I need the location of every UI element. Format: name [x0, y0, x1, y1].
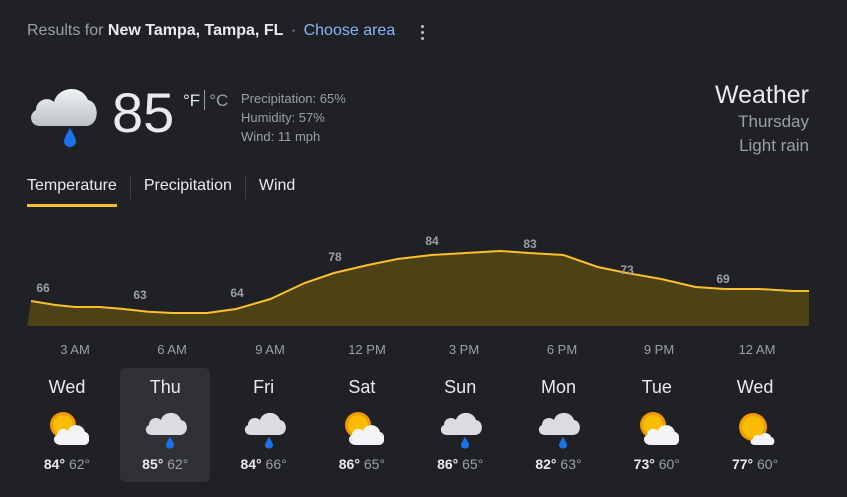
light-rain-icon — [146, 412, 188, 449]
results-header: Results for New Tampa, Tampa, FL · Choos… — [27, 22, 395, 40]
forecast-day-wed[interactable]: Wed 77° 60° — [710, 368, 800, 482]
chart-value-label: 78 — [328, 250, 342, 264]
forecast-high: 77° — [731, 456, 754, 472]
weather-details: Precipitation: 65% Humidity: 57% Wind: 1… — [241, 89, 346, 146]
forecast-high: 84° — [240, 456, 262, 472]
weather-title: Weather — [714, 81, 809, 109]
forecast-low: 66° — [265, 456, 287, 472]
forecast-day-name: Mon — [540, 377, 576, 397]
chart-x-tick-label: 3 PM — [449, 342, 479, 357]
chart-x-tick-label: 12 AM — [739, 342, 776, 357]
unit-toggle: °F °C — [183, 90, 228, 111]
chart-x-tick-label: 9 PM — [644, 342, 674, 357]
tab-wind[interactable]: Wind — [259, 173, 295, 207]
more-options-icon[interactable] — [410, 22, 434, 42]
forecast-high: 86° — [338, 456, 360, 472]
results-prefix: Results for — [27, 22, 104, 39]
temperature-chart: 66 63 64 78 84 83 73 69 3 AM 6 AM 9 AM 12 PM 3 PM 6 P… — [27, 234, 809, 357]
chart-value-label: 69 — [716, 272, 730, 286]
tab-precipitation[interactable]: Precipitation — [144, 173, 232, 207]
light-rain-icon — [441, 412, 483, 449]
separator-dot: · — [290, 22, 297, 39]
fahrenheit-toggle[interactable]: °F — [183, 91, 200, 110]
chart-tabs: Temperature Precipitation Wind — [27, 173, 295, 207]
forecast-day-name: Sat — [348, 377, 376, 397]
forecast-temps: 86° 65° — [317, 456, 407, 472]
forecast-temps: 77° 60° — [710, 456, 800, 472]
choose-area-link[interactable]: Choose area — [304, 22, 396, 39]
forecast-day-tue[interactable]: Tue 73° 60° — [612, 368, 702, 482]
current-condition: Light rain — [739, 136, 809, 155]
chart-value-label: 84 — [425, 234, 439, 248]
forecast-day-sat[interactable]: Sat 86° 65° — [317, 368, 407, 482]
forecast-high: 73° — [633, 456, 655, 472]
forecast-day-mon[interactable]: Mon 82° 63° — [513, 368, 603, 482]
forecast-day-sun[interactable]: Sun 86° 65° — [415, 368, 505, 482]
unit-divider — [204, 90, 206, 110]
forecast-day-name: Thu — [149, 377, 181, 397]
forecast-day-name: Fri — [253, 377, 275, 397]
forecast-low: 65° — [363, 456, 385, 472]
mostly-sunny-icon — [739, 413, 775, 445]
forecast-high: 85° — [142, 456, 164, 472]
forecast-temps: 82° 63° — [513, 456, 603, 472]
precipitation-text: Precipitation: 65% — [241, 91, 346, 106]
light-rain-icon — [539, 412, 581, 449]
forecast-low: 63° — [560, 456, 582, 472]
forecast-low: 62° — [68, 456, 91, 472]
partly-cloudy-icon — [639, 412, 679, 445]
tab-temperature[interactable]: Temperature — [27, 173, 117, 207]
forecast-high: 86° — [437, 456, 459, 472]
forecast-day-fri[interactable]: Fri 84° 66° — [219, 368, 309, 482]
partly-cloudy-icon — [50, 412, 89, 445]
forecast-low: 65° — [462, 456, 484, 472]
chart-value-label: 66 — [36, 281, 50, 295]
chart-x-tick-label: 3 AM — [60, 342, 90, 357]
forecast-temps: 73° 60° — [612, 456, 702, 472]
chart-value-label: 73 — [620, 263, 634, 277]
chart-value-label: 64 — [230, 286, 244, 300]
chart-x-tick-label: 9 AM — [255, 342, 285, 357]
celsius-toggle[interactable]: °C — [209, 91, 228, 110]
forecast-low: 60° — [757, 456, 779, 472]
forecast-high: 84° — [43, 456, 66, 472]
location-name: New Tampa, Tampa, FL — [107, 22, 284, 39]
forecast-day-name: Wed — [48, 377, 86, 397]
humidity-text: Humidity: 57% — [241, 110, 325, 125]
forecast-temps: 85° 62° — [120, 456, 210, 472]
current-day: Thursday — [738, 112, 809, 131]
forecast-day-thu[interactable]: Thu 85° 62° — [120, 368, 211, 482]
forecast-temps: 86° 65° — [415, 456, 505, 472]
wind-text: Wind: 11 mph — [241, 129, 321, 144]
forecast-day-wed[interactable]: Wed 84° 62° — [22, 368, 112, 482]
light-rain-icon — [244, 412, 286, 449]
current-temperature: 85 — [112, 81, 175, 144]
forecast-day-name: Wed — [736, 377, 774, 397]
chart-x-tick-label: 6 PM — [547, 342, 577, 357]
forecast-temps: 84° 62° — [22, 456, 112, 472]
forecast-day-name: Sun — [444, 377, 477, 397]
forecast-low: 62° — [167, 456, 189, 472]
tab-divider — [244, 175, 246, 199]
chart-x-tick-label: 6 AM — [157, 342, 187, 357]
light-rain-icon — [31, 88, 97, 147]
forecast-high: 82° — [535, 456, 557, 472]
forecast-temps: 84° 66° — [219, 456, 309, 472]
forecast-day-name: Tue — [641, 377, 672, 397]
tab-divider — [129, 175, 131, 199]
chart-value-label: 63 — [133, 288, 147, 302]
forecast-low: 60° — [658, 456, 680, 472]
partly-cloudy-icon — [344, 412, 384, 445]
chart-value-label: 83 — [523, 237, 537, 251]
daily-forecast: Wed 84° 62° Thu 85° 62° Fri 84° 66° Sat 86°… — [22, 368, 808, 482]
chart-x-tick-label: 12 PM — [348, 342, 386, 357]
weather-title-block: Weather Thursday Light rain — [715, 80, 809, 158]
